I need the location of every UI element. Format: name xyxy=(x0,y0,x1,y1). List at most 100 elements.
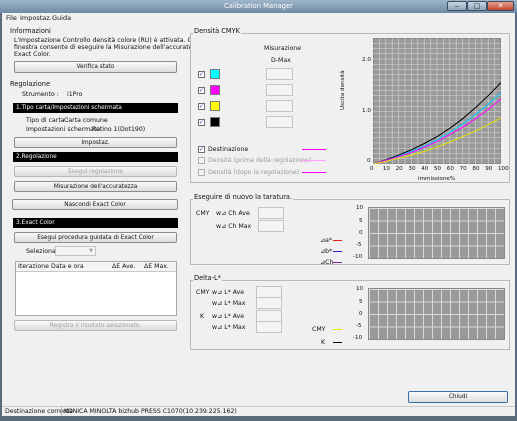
delta-grid xyxy=(368,288,505,340)
verify-status-button[interactable]: Verifica stato xyxy=(14,61,177,73)
k-l-ave-label: w⊿ L* Ave xyxy=(212,313,245,320)
legend-dch-line xyxy=(333,262,342,263)
legend-k-line xyxy=(333,342,342,343)
menu-bar: File Impostaz. Guida xyxy=(2,13,515,23)
table-header: Iterazione Data e ora ΔE Ave. ΔE Max. xyxy=(16,262,176,272)
section-exact-color-header: 3.Exact Color xyxy=(13,218,178,228)
legend-db: ⊿b* xyxy=(320,248,333,255)
cmy-l-max-field[interactable] xyxy=(256,297,282,309)
rerun-cmy-label: CMY xyxy=(196,210,210,217)
regulation-heading: Regolazione xyxy=(10,80,50,88)
magenta-dmax-field[interactable] xyxy=(266,84,293,96)
column-datetime[interactable]: Data e ora xyxy=(51,263,84,270)
density-x-ticks: 0 10 20 30 40 50 60 70 80 90 100 xyxy=(370,166,509,174)
x-axis-label: immissione% xyxy=(418,176,456,182)
density-before-legend-line xyxy=(302,160,326,161)
target-label: Destinazione xyxy=(208,146,249,153)
dmax-label: D-Max xyxy=(271,57,291,64)
cmyk-heading: Densità CMYK xyxy=(193,27,241,35)
hide-exact-color-button[interactable]: Nascondi Exact Color xyxy=(12,199,178,210)
black-checkbox[interactable]: ✓ xyxy=(198,119,205,126)
delta-y-tick-10: 10 xyxy=(356,286,364,292)
k-l-max-label: w⊿ L* Max xyxy=(212,324,246,331)
ch-max-field[interactable] xyxy=(258,220,284,232)
section-regulation-header: 2.Regolazione xyxy=(13,152,178,162)
close-window-button[interactable]: ✕ xyxy=(487,1,514,11)
yellow-swatch xyxy=(210,101,220,111)
y-tick-0: 0 xyxy=(367,158,371,164)
select-label: Seleziona xyxy=(26,248,56,255)
legend-k: K xyxy=(321,339,326,346)
k-l-max-field[interactable] xyxy=(256,321,282,333)
ch-ave-label: w⊿ Ch Ave xyxy=(216,210,250,217)
info-heading: Informazioni xyxy=(10,27,51,35)
density-after-checkbox[interactable] xyxy=(198,169,205,176)
cyan-checkbox[interactable]: ✓ xyxy=(198,71,205,78)
delta-y-tick-0: 0 xyxy=(359,311,363,317)
cmy-l-ave-label: w⊿ L* Ave xyxy=(212,289,245,296)
density-chart xyxy=(373,38,501,164)
target-checkbox[interactable]: ✓ xyxy=(198,146,205,153)
magenta-checkbox[interactable]: ✓ xyxy=(198,87,205,94)
density-x-tick: 30 xyxy=(408,166,416,172)
section-paper-header: 1.Tipo carta/Impostazioni schermata xyxy=(13,103,178,113)
info-text-3: Exact Color. xyxy=(14,51,51,58)
yellow-checkbox[interactable]: ✓ xyxy=(198,103,205,110)
ch-max-label: w⊿ Ch Max xyxy=(216,223,252,230)
minimize-button[interactable]: ‒ xyxy=(447,1,467,11)
density-x-tick: 100 xyxy=(498,166,509,172)
exact-color-wizard-button[interactable]: Esegui procedura guidata di Exact Color xyxy=(14,232,177,243)
density-before-label: Densità (prima della regolazione) xyxy=(208,157,312,164)
cyan-swatch xyxy=(210,69,220,79)
maximize-button[interactable]: □ xyxy=(467,1,487,11)
results-table[interactable]: Iterazione Data e ora ΔE Ave. ΔE Max. xyxy=(15,261,177,316)
rerun-y-tick-0: 0 xyxy=(359,230,363,236)
rerun-y-tick-10: 10 xyxy=(356,205,364,211)
ch-ave-field[interactable] xyxy=(258,207,284,219)
density-before-checkbox[interactable] xyxy=(198,157,205,164)
y-axis-label: Uscita densità xyxy=(340,70,346,110)
density-after-label: Densità (dopo la regolazione) xyxy=(208,169,300,176)
run-adjustment-button[interactable]: Esegui regolazione xyxy=(14,166,177,177)
rerun-heading: Eseguire di nuovo la taratura. xyxy=(193,193,294,201)
black-dmax-field[interactable] xyxy=(266,116,293,128)
density-x-tick: 70 xyxy=(459,166,467,172)
legend-cmy-line xyxy=(333,329,342,330)
cmy-l-max-label: w⊿ L* Max xyxy=(212,300,246,307)
menu-file[interactable]: File xyxy=(6,14,17,22)
screen-settings-value: Retino 1(Dot190) xyxy=(92,126,146,133)
delta-y-tick-m5: -5 xyxy=(356,323,362,329)
register-result-button[interactable]: Registra il risultato selezionato. xyxy=(14,320,177,331)
measurement-label: Misurazione xyxy=(264,45,302,52)
column-iteration[interactable]: Iterazione xyxy=(18,263,49,270)
density-x-tick: 50 xyxy=(434,166,442,172)
iteration-select[interactable]: ▼ xyxy=(55,246,96,256)
density-x-tick: 90 xyxy=(485,166,493,172)
chevron-down-icon: ▼ xyxy=(89,248,93,254)
menu-settings[interactable]: Impostaz. xyxy=(20,14,52,22)
menu-help[interactable]: Guida xyxy=(52,14,71,22)
legend-db-line xyxy=(333,251,342,252)
y-tick-2: 2.0 xyxy=(362,57,371,63)
settings-button[interactable]: Impostaz. xyxy=(14,137,177,148)
legend-cmy: CMY xyxy=(312,326,326,333)
density-x-tick: 60 xyxy=(446,166,454,172)
cyan-dmax-field[interactable] xyxy=(266,68,293,80)
rerun-y-tick-5: 5 xyxy=(359,218,363,224)
current-destination-label: Destinazione corrente xyxy=(5,408,74,415)
column-de-ave[interactable]: ΔE Ave. xyxy=(112,263,135,270)
instrument-label: Strumento : xyxy=(22,91,59,98)
column-de-max[interactable]: ΔE Max. xyxy=(144,263,169,270)
y-tick-1: 1.0 xyxy=(362,108,371,114)
yellow-dmax-field[interactable] xyxy=(266,100,293,112)
delta-k-label: K xyxy=(200,313,205,320)
close-button[interactable]: Chiudi xyxy=(408,391,508,403)
delta-cmy-label: CMY xyxy=(196,289,210,296)
density-after-legend-line xyxy=(302,172,326,173)
target-legend-line xyxy=(302,149,326,150)
delta-y-tick-m10: -10 xyxy=(353,335,363,341)
delta-y-tick-5: 5 xyxy=(359,299,363,305)
accuracy-measurement-button[interactable]: Misurazione dell'accuratezza xyxy=(14,181,177,192)
instrument-value: i1Pro xyxy=(67,91,83,98)
density-x-tick: 20 xyxy=(395,166,403,172)
